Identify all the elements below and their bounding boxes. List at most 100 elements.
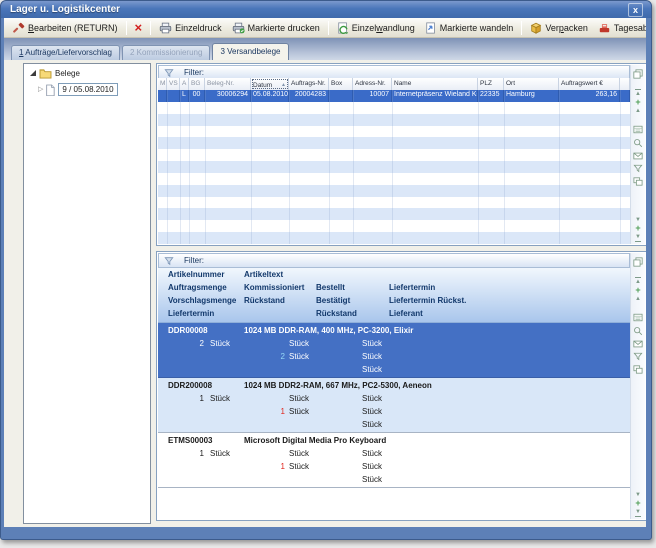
legend-rueckstand2: Rückstand: [316, 309, 357, 318]
column-header-a[interactable]: A: [180, 78, 189, 90]
insert-row-icon[interactable]: +: [635, 224, 640, 233]
tab-auftraege-liefervorschlag[interactable]: 1 Aufträge/Liefervorschlag: [11, 45, 120, 60]
document-tree-panel: Belege ▷ 9 / 05.08.2010: [23, 63, 151, 524]
column-header-datum[interactable]: Datum▲: [251, 78, 289, 90]
search-icon[interactable]: [633, 326, 643, 336]
column-header-bg[interactable]: BG: [189, 78, 205, 90]
legend-liefertermin: Liefertermin: [389, 283, 435, 292]
toolbar-separator: [126, 21, 127, 35]
single-print-button[interactable]: Einzeldruck: [154, 21, 227, 35]
tab-kommissionierung[interactable]: 2 Kommissionierung: [122, 45, 210, 60]
column-header-plz[interactable]: PLZ: [478, 78, 504, 90]
legend-bestellt: Bestellt: [316, 283, 345, 292]
mail-icon[interactable]: [633, 152, 643, 160]
insert-row-icon[interactable]: +: [635, 286, 640, 295]
column-header-ort[interactable]: Ort: [504, 78, 559, 90]
position-row[interactable]: DDR00008 1024 MB DDR-RAM, 400 MHz, PC-32…: [158, 323, 630, 378]
column-header-vs[interactable]: VS: [167, 78, 180, 90]
column-header-box[interactable]: Box: [329, 78, 353, 90]
printer-check-icon: [232, 22, 245, 34]
legend-bestaetigt: Bestätigt: [316, 296, 350, 305]
tree-node-beleg-9[interactable]: ▷ 9 / 05.08.2010: [24, 83, 150, 96]
position-row[interactable]: ETMS00003 Microsoft Digital Media Pro Ke…: [158, 433, 630, 488]
cash-register-icon: [598, 22, 611, 34]
edit-button[interactable]: Bearbeiten (RETURN): [8, 21, 123, 35]
orders-table-body[interactable]: L 00 30006294 05.08.2010 20004283 10007 …: [158, 90, 630, 244]
filter-funnel-icon: [164, 68, 174, 78]
column-header-auftrags-nr[interactable]: Auftrags-Nr.: [289, 78, 329, 90]
copy-window-icon[interactable]: [633, 257, 643, 267]
backlog-quantity: 2: [243, 352, 285, 361]
toolbar-separator: [521, 21, 522, 35]
convert-marked-button[interactable]: Markierte wandeln: [420, 21, 519, 35]
app-window: Lager u. Logistikcenter x Bearbeiten (RE…: [0, 0, 652, 540]
document-icon: [45, 84, 55, 96]
expander-open-icon[interactable]: [30, 70, 36, 76]
tree-node-edit-value[interactable]: 9 / 05.08.2010: [58, 83, 117, 96]
pack-button[interactable]: Verpacken: [525, 21, 593, 35]
sort-ascending-icon: ▲: [281, 82, 286, 88]
red-x-icon: ×: [135, 22, 143, 34]
legend-rueckstand: Rückstand: [244, 296, 285, 305]
positions-panel: Filter: Artikelnummer Artikeltext Auftra…: [156, 251, 646, 521]
window-title: Lager u. Logistikcenter: [1, 4, 120, 15]
mail-icon[interactable]: [633, 340, 643, 348]
row-up-icon[interactable]: ▲: [635, 295, 641, 303]
day-close-button[interactable]: Tagesabschluss: [593, 21, 646, 35]
backlog-quantity: 1: [243, 407, 285, 416]
column-header-beleg-nr[interactable]: Beleg-Nr.: [205, 78, 251, 90]
copy-window-icon[interactable]: [633, 69, 643, 79]
column-header-name[interactable]: Name: [392, 78, 478, 90]
scroll-bottom-icon[interactable]: ▼: [635, 508, 641, 517]
tree-node-label: Belege: [55, 69, 80, 78]
legend-artikelnummer: Artikelnummer: [168, 270, 224, 279]
card-index-icon[interactable]: [633, 313, 643, 322]
filter-funnel-icon: [164, 256, 174, 266]
column-header-auftragswert[interactable]: Auftragswert €: [559, 78, 620, 90]
column-header-m[interactable]: M: [158, 78, 167, 90]
window-body: Bearbeiten (RETURN) × Einzeldruck Markie…: [4, 18, 646, 527]
hammer-icon: [13, 22, 25, 34]
convert-document-icon: [337, 22, 349, 34]
tree-node-belege[interactable]: Belege: [24, 67, 150, 80]
windows-icon[interactable]: [633, 177, 643, 186]
tab-strip: 1 Aufträge/Liefervorschlag 2 Kommissioni…: [11, 44, 291, 60]
folder-icon: [39, 68, 52, 79]
column-header-adress-nr[interactable]: Adress-Nr.: [353, 78, 392, 90]
card-index-icon[interactable]: [633, 125, 643, 134]
main-toolbar: Bearbeiten (RETURN) × Einzeldruck Markie…: [4, 18, 646, 38]
single-convert-button[interactable]: Einzelwandlung: [332, 21, 420, 35]
toolbar-separator: [150, 21, 151, 35]
legend-kommissioniert: Kommissioniert: [244, 283, 304, 292]
toolbar-separator: [328, 21, 329, 35]
tab-band: 1 Aufträge/Liefervorschlag 2 Kommissioni…: [4, 38, 646, 60]
filter-label: Filter:: [184, 256, 204, 265]
filter-icon[interactable]: [633, 352, 643, 361]
scroll-bottom-icon[interactable]: ▼: [635, 233, 641, 242]
row-up-icon[interactable]: ▲: [635, 107, 641, 115]
legend-lieferant: Lieferant: [389, 309, 423, 318]
printer-icon: [159, 22, 172, 34]
legend-auftragsmenge: Auftragsmenge: [168, 283, 227, 292]
insert-row-icon[interactable]: +: [635, 98, 640, 107]
legend-liefertermin2: Liefertermin: [168, 309, 214, 318]
delete-button[interactable]: ×: [130, 21, 148, 35]
convert-all-icon: [425, 22, 437, 34]
legend-vorschlagsmenge: Vorschlagsmenge: [168, 296, 236, 305]
tab-versandbelege[interactable]: 3 Versandbelege: [212, 43, 288, 60]
package-icon: [530, 22, 542, 34]
positions-side-toolbar: ▲ + ▲ ▼ + ▼: [630, 253, 645, 519]
shipping-documents-panel: Filter: M VS A BG Beleg-Nr. Datum▲ Auftr…: [156, 63, 646, 246]
insert-row-icon[interactable]: +: [635, 499, 640, 508]
position-row[interactable]: DDR200008 1024 MB DDR2-RAM, 667 MHz, PC2…: [158, 378, 630, 433]
expander-collapsed-icon[interactable]: ▷: [38, 86, 43, 93]
search-icon[interactable]: [633, 138, 643, 148]
windows-icon[interactable]: [633, 365, 643, 374]
positions-list[interactable]: DDR00008 1024 MB DDR-RAM, 400 MHz, PC-32…: [158, 323, 630, 519]
filter-icon[interactable]: [633, 164, 643, 173]
print-marked-button[interactable]: Markierte drucken: [227, 21, 325, 35]
filter-label: Filter:: [184, 68, 204, 77]
positions-filter-bar[interactable]: Filter:: [158, 253, 630, 268]
close-button[interactable]: x: [628, 3, 643, 17]
orders-side-toolbar: ▲ + ▲ ▼ + ▼: [630, 65, 645, 244]
